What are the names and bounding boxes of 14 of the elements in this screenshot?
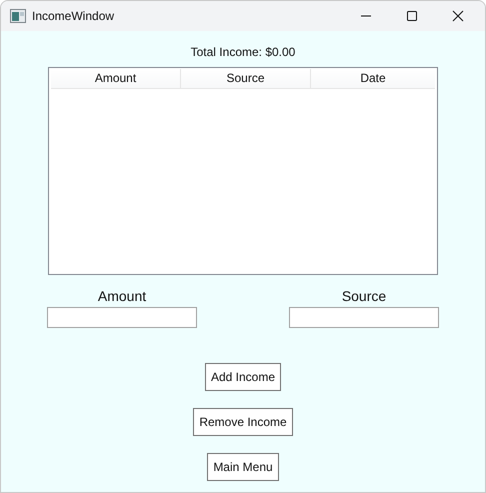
- window-icon: [10, 9, 26, 23]
- column-header[interactable]: Amount: [51, 69, 181, 88]
- column-header[interactable]: Source: [181, 69, 311, 88]
- field-label: Source: [342, 288, 386, 304]
- maximize-icon: [406, 10, 418, 22]
- action-button[interactable]: Main Menu: [207, 453, 279, 481]
- field-label: Amount: [98, 288, 146, 304]
- action-button[interactable]: Remove Income: [193, 408, 293, 436]
- input-field[interactable]: [289, 307, 439, 328]
- close-icon: [452, 10, 464, 22]
- input-field[interactable]: [47, 307, 197, 328]
- window-title: IncomeWindow: [32, 9, 116, 23]
- total-income: Total Income: $0.00: [190, 45, 296, 59]
- action-button[interactable]: Add Income: [204, 363, 282, 391]
